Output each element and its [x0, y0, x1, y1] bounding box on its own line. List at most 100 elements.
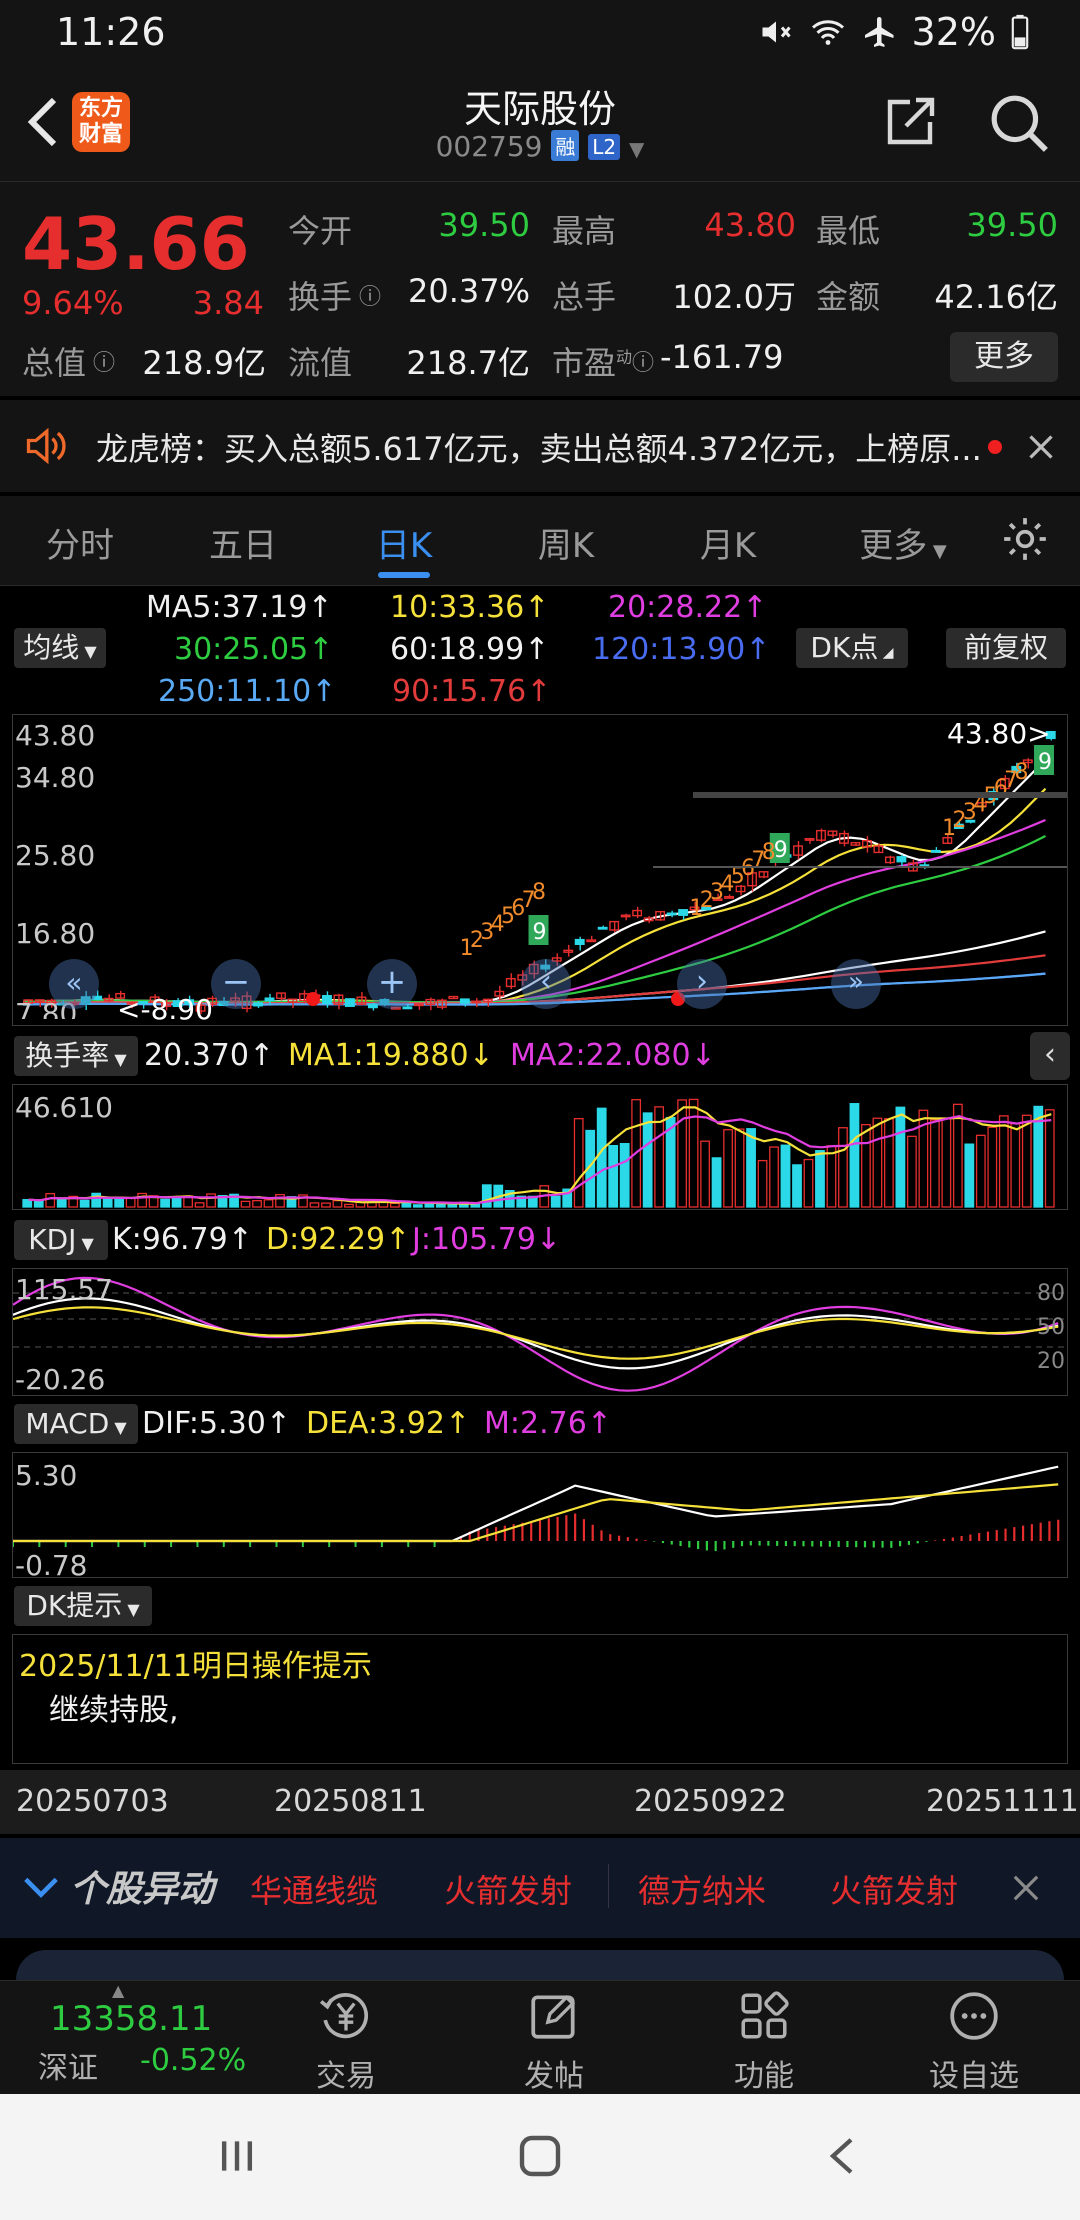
tab-five-day[interactable]: 五日	[183, 518, 303, 567]
kdj-k: K:96.79↑	[112, 1222, 253, 1257]
turnover-bar	[114, 1198, 125, 1208]
turnover-bar	[447, 1204, 458, 1208]
ma20-value: 20:28.22↑	[608, 590, 768, 625]
turnover-bar	[240, 1200, 251, 1208]
turnover-bar	[952, 1103, 963, 1208]
turnover-bar	[33, 1200, 44, 1208]
tab-daily-k[interactable]: 日K	[344, 518, 464, 567]
turnover-bar	[964, 1143, 975, 1208]
turnover-bar	[573, 1118, 584, 1208]
turnover-bar	[275, 1193, 285, 1208]
close-icon[interactable]	[1010, 1872, 1042, 1904]
nine-badge-label: 9	[533, 920, 547, 945]
nine-badge-label: 9	[1038, 750, 1052, 775]
scroll-right-button[interactable]: ›	[677, 959, 727, 1009]
index-name[interactable]: 深证	[38, 2043, 98, 2087]
kdj-selector[interactable]: KDJ ▼	[14, 1220, 108, 1260]
low-value: 39.50	[966, 206, 1058, 244]
turnover-bar	[1021, 1114, 1032, 1208]
more-quote-button[interactable]: 更多	[950, 332, 1058, 382]
stock-move-item[interactable]: 火箭发射	[444, 1866, 572, 1912]
scroll-latest-button[interactable]: »	[831, 959, 881, 1009]
back-nav-icon[interactable]	[824, 2134, 860, 2178]
volume-label: 总手	[552, 278, 617, 316]
stock-move-item[interactable]: 火箭发射	[830, 1866, 958, 1912]
ma5-value: MA5:37.19↑	[146, 590, 333, 625]
index-value[interactable]: 13358.11	[50, 1999, 212, 2039]
scroll-left-fast-button[interactable]: «	[49, 959, 99, 1009]
turnover-bar	[677, 1099, 688, 1208]
ma120-value: 120:13.90↑	[592, 632, 771, 667]
ma250-value: 250:11.10↑	[158, 674, 337, 709]
index-change[interactable]: -0.52%	[140, 2043, 246, 2078]
turnover-ma2: MA2:22.080↓	[510, 1038, 716, 1073]
pe-value: -161.79	[660, 338, 784, 376]
turnover-bar	[321, 1202, 331, 1208]
kdj-canvas	[13, 1276, 1067, 1392]
stock-move-item[interactable]: 华通线缆	[250, 1866, 378, 1912]
turnover-ma1: MA1:19.880↓	[288, 1038, 494, 1073]
stock-move-item[interactable]: 德方纳米	[638, 1866, 766, 1912]
nav-trade[interactable]: 交易	[286, 1989, 406, 2095]
search-icon[interactable]	[988, 92, 1050, 154]
nav-functions[interactable]: 功能	[704, 1989, 824, 2095]
grid-apps-icon	[741, 1991, 789, 2039]
high-label: 最高	[552, 212, 617, 250]
turnover-y-top: 46.610	[15, 1091, 113, 1124]
close-icon[interactable]	[1026, 432, 1056, 462]
ma-legend: 均线 ▼ MA5:37.19↑ 10:33.36↑ 20:28.22↑ 30:2…	[0, 586, 1080, 714]
ma-selector[interactable]: 均线 ▼	[14, 628, 106, 668]
news-ticker[interactable]: 龙虎榜：买入总额5.617亿元，卖出总额4.372亿元，上榜原...	[0, 400, 1080, 492]
nav-add-watchlist[interactable]: 设自选	[914, 1989, 1034, 2095]
turnover-bar	[723, 1129, 733, 1208]
status-bar: 11:26 32%	[0, 0, 1080, 64]
tab-intraday[interactable]: 分时	[20, 518, 140, 567]
open-label: 今开	[288, 212, 353, 250]
nav-post[interactable]: 发帖	[494, 1989, 614, 2095]
index-up-arrow-icon: ▲	[112, 1981, 125, 2000]
bottom-nav: ▲ 13358.11 深证 -0.52% 交易 发帖 功能 设自选	[0, 1980, 1080, 2094]
chevron-down-icon[interactable]	[22, 1872, 60, 1902]
collapsed-notice-strip[interactable]	[16, 1950, 1064, 1980]
macd-chart[interactable]: 5.30 -0.78	[12, 1452, 1068, 1582]
turnover-chart[interactable]: 46.610	[12, 1084, 1068, 1210]
dk-point-button[interactable]: DK点 ◢	[796, 628, 908, 668]
settings-gear-icon[interactable]	[1000, 514, 1050, 564]
home-icon[interactable]	[516, 2132, 564, 2180]
turnover-label: 换手 ⓘ	[288, 278, 382, 316]
dk-tip-selector[interactable]: DK提示 ▼	[14, 1586, 152, 1626]
kline-y-label: 25.80	[15, 839, 96, 872]
macd-dif: DIF:5.30↑	[142, 1406, 291, 1441]
turnover-bar	[792, 1164, 802, 1208]
macd-dea: DEA:3.92↑	[306, 1406, 471, 1441]
adjust-mode-button[interactable]: 前复权	[946, 628, 1066, 668]
tab-weekly-k[interactable]: 周K	[506, 518, 626, 567]
turnover-canvas	[22, 1098, 1055, 1208]
tab-monthly-k[interactable]: 月K	[668, 518, 788, 567]
macd-m: M:2.76↑	[484, 1406, 612, 1441]
level2-tag: L2	[588, 134, 621, 160]
dropdown-arrow-icon[interactable]: ▼	[629, 137, 644, 161]
dk-tip-title: 2025/11/11明日操作提示	[19, 1649, 372, 1684]
collapse-panel-button[interactable]: ‹	[1030, 1032, 1070, 1080]
float-label: 流值	[288, 344, 353, 382]
share-icon[interactable]	[882, 94, 938, 150]
open-value: 39.50	[438, 206, 530, 244]
recent-apps-icon[interactable]	[214, 2134, 260, 2178]
tab-more[interactable]: 更多 ▼	[838, 518, 968, 567]
macd-selector[interactable]: MACD ▼	[14, 1404, 138, 1444]
turnover-bar	[102, 1198, 113, 1208]
zoom-out-button[interactable]: −	[211, 959, 261, 1009]
kline-chart[interactable]: 999123456781234567812345678 43.80 34.80 …	[12, 714, 1068, 1026]
kdj-chart[interactable]: 115.57 -20.26 80 50 20	[12, 1268, 1068, 1396]
zoom-in-button[interactable]: +	[367, 959, 417, 1009]
dk-tip-advice: 继续持股,	[49, 1693, 179, 1728]
turnover-current: 20.370↑	[144, 1038, 275, 1073]
scroll-left-button[interactable]: ‹	[521, 959, 571, 1009]
candle-body	[459, 998, 470, 1004]
turnover-bar	[769, 1146, 779, 1208]
turnover-bar	[815, 1150, 825, 1208]
kdj-d: D:92.29↑	[266, 1222, 411, 1257]
turnover-selector[interactable]: 换手率 ▼	[14, 1036, 138, 1076]
turnover-bar	[826, 1145, 837, 1208]
